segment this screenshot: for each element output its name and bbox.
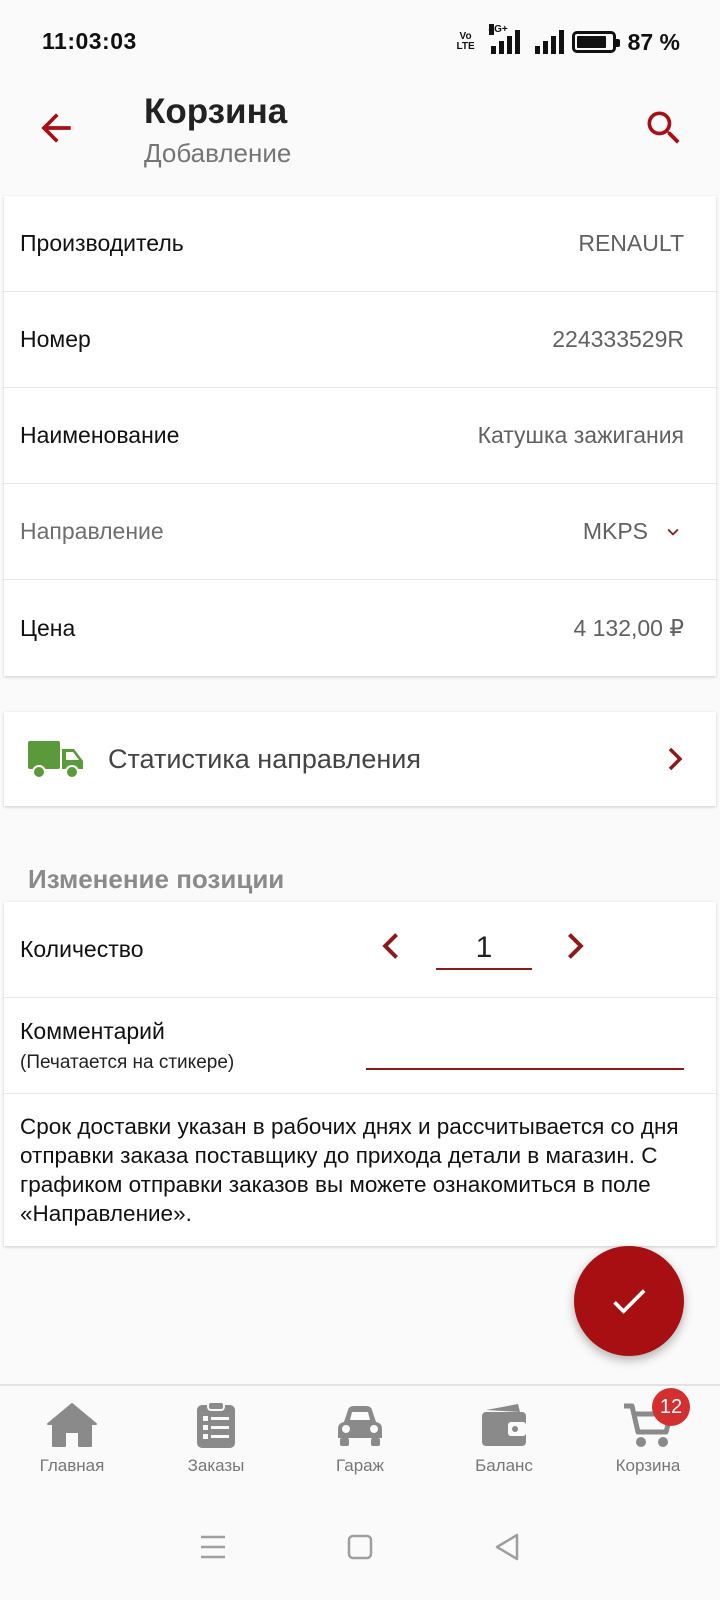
orders-icon bbox=[197, 1401, 235, 1448]
row-manufacturer: Производитель RENAULT bbox=[4, 196, 716, 292]
section-title: Изменение позиции bbox=[28, 864, 285, 894]
volte-icon: Vo LTE bbox=[456, 31, 475, 52]
menu-icon[interactable] bbox=[195, 1529, 231, 1565]
nav-item-home[interactable]: Главная bbox=[0, 1386, 144, 1494]
number-label: Номер bbox=[20, 326, 91, 352]
nav-item-garage[interactable]: Гараж bbox=[288, 1386, 432, 1494]
chevron-right-icon bbox=[668, 747, 683, 771]
nav-label-orders: Заказы bbox=[187, 1456, 245, 1475]
search-icon bbox=[647, 111, 680, 144]
row-number: Номер 224333529R bbox=[4, 292, 716, 388]
row-price: Цена 4 132,00 ₽ bbox=[4, 580, 716, 676]
battery-percent: 87 % bbox=[627, 28, 680, 55]
quantity-increase-button[interactable] bbox=[560, 930, 588, 962]
network-type: 4G+ bbox=[488, 24, 508, 35]
name-label: Наименование bbox=[20, 422, 180, 448]
check-icon bbox=[613, 1289, 646, 1314]
manufacturer-value: RENAULT bbox=[578, 230, 684, 256]
name-value: Катушка зажигания bbox=[477, 422, 684, 448]
wallet-icon bbox=[482, 1404, 526, 1446]
quantity-row: Количество bbox=[4, 902, 716, 998]
quantity-decrease-button[interactable] bbox=[378, 930, 406, 962]
edit-card: Количество Комментарий (Печатается на ст… bbox=[4, 902, 716, 1246]
search-button[interactable] bbox=[642, 106, 686, 150]
price-value: 4 132,00 ₽ bbox=[573, 614, 684, 641]
number-value: 224333529R bbox=[552, 326, 684, 352]
cart-badge: 12 bbox=[652, 1388, 690, 1426]
quantity-label: Количество bbox=[20, 936, 144, 962]
details-card: Производитель RENAULT Номер 224333529R Н… bbox=[4, 196, 716, 676]
back-button[interactable] bbox=[34, 106, 78, 150]
row-direction[interactable]: Направление MKPS bbox=[4, 484, 716, 580]
page-title: Корзина bbox=[144, 92, 288, 131]
chevron-left-icon bbox=[382, 933, 398, 959]
home-icon bbox=[47, 1403, 97, 1447]
comment-row: Комментарий (Печатается на стикере) bbox=[4, 998, 716, 1094]
page-subtitle: Добавление bbox=[144, 138, 292, 168]
nav-label-garage: Гараж bbox=[336, 1456, 384, 1475]
home-square-icon[interactable] bbox=[342, 1529, 378, 1565]
price-label: Цена bbox=[20, 614, 76, 641]
nav-label-home: Главная bbox=[39, 1456, 105, 1475]
delivery-notice: Срок доставки указан в рабочих днях и ра… bbox=[20, 1114, 679, 1226]
comment-label: Комментарий bbox=[20, 1018, 165, 1044]
system-nav bbox=[0, 1494, 720, 1600]
arrow-left-icon bbox=[41, 113, 71, 143]
comment-input[interactable] bbox=[366, 1038, 684, 1070]
truck-icon bbox=[28, 741, 83, 779]
direction-value: MKPS bbox=[582, 518, 648, 544]
signal-icon: 4G+ bbox=[488, 24, 527, 54]
battery-icon bbox=[571, 31, 620, 53]
nav-label-balance: Баланс bbox=[475, 1456, 533, 1475]
signal-icon-2 bbox=[534, 30, 564, 54]
nav-label-cart: Корзина bbox=[615, 1456, 681, 1475]
stats-label: Статистика направления bbox=[108, 743, 421, 774]
nav-item-cart[interactable]: 12 Корзина bbox=[576, 1386, 720, 1494]
quantity-input[interactable] bbox=[436, 928, 532, 970]
car-icon bbox=[338, 1406, 382, 1446]
nav-item-balance[interactable]: Баланс bbox=[432, 1386, 576, 1494]
status-time: 11:03:03 bbox=[42, 28, 137, 54]
manufacturer-label: Производитель bbox=[20, 230, 184, 256]
status-bar: 11:03:03 Vo LTE 4G+ 87 % bbox=[0, 0, 720, 84]
nav-item-orders[interactable]: Заказы bbox=[144, 1386, 288, 1494]
app-bar: Корзина Добавление bbox=[0, 84, 720, 194]
direction-select[interactable]: MKPS bbox=[583, 518, 684, 545]
row-name: Наименование Катушка зажигания bbox=[4, 388, 716, 484]
back-triangle-icon[interactable] bbox=[489, 1529, 525, 1565]
screen: 11:03:03 Vo LTE 4G+ 87 % Корзина Добавле… bbox=[0, 0, 720, 1600]
confirm-button[interactable] bbox=[574, 1246, 684, 1356]
status-icons: Vo LTE 4G+ 87 % bbox=[449, 24, 680, 58]
comment-hint: (Печатается на стикере) bbox=[20, 1052, 235, 1073]
chevron-right-icon bbox=[568, 933, 584, 959]
direction-stats-button[interactable]: Статистика направления bbox=[4, 712, 716, 806]
chevron-down-icon bbox=[667, 528, 679, 536]
bottom-nav: Главная Заказы Гараж Баланс 12 Корзина bbox=[0, 1384, 720, 1494]
direction-label: Направление bbox=[20, 518, 164, 544]
